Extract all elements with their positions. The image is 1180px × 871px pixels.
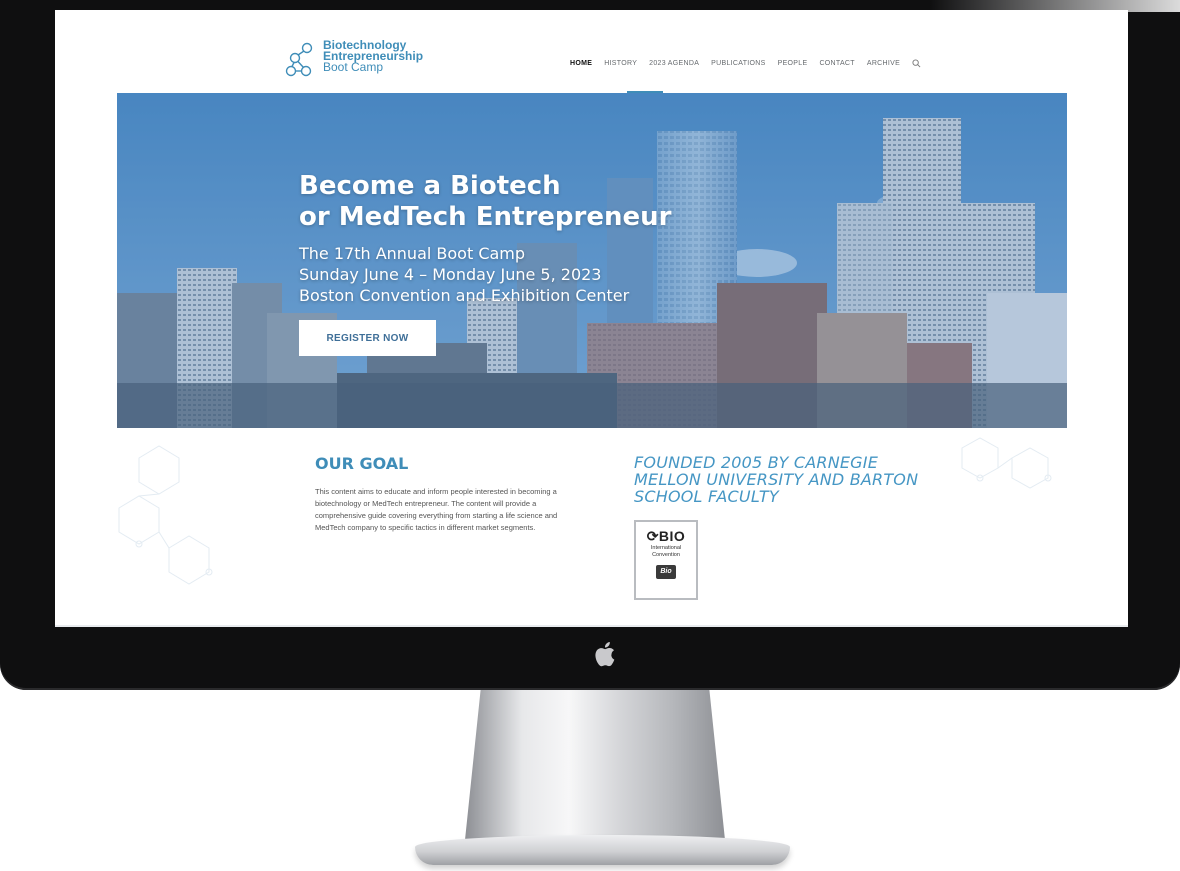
logo-line-3: Boot Camp [323, 60, 384, 74]
monitor-screen: Biotechnology Entrepreneurship Boot Camp… [55, 10, 1128, 627]
monitor-stand-neck [465, 690, 725, 840]
bio-badge-title: ⟳BIO [636, 528, 696, 545]
goal-paragraph: This content aims to educate and inform … [315, 487, 558, 532]
apple-logo-icon [591, 641, 619, 671]
bio-badge-tag: Bio [656, 565, 676, 579]
monitor-stand-base [415, 835, 790, 865]
nav-history[interactable]: HISTORY [604, 60, 637, 67]
molecule-background-left [118, 445, 213, 585]
nav-agenda[interactable]: 2023 AGENDA [649, 60, 699, 67]
bio-badge-subtitle-2: Convention [652, 552, 680, 558]
nav-contact[interactable]: CONTACT [819, 60, 854, 67]
bio-badge-text: BIO [658, 528, 686, 544]
bio-badge-subtitle-1: International [650, 545, 682, 551]
hero-sub-line-3: Boston Convention and Exhibition Center [299, 286, 630, 305]
bio-circle-icon: ⟳ [646, 528, 659, 544]
goal-heading: OUR GOAL [315, 454, 409, 473]
molecule-background-right [961, 437, 1052, 489]
nav-archive[interactable]: ARCHIVE [867, 60, 900, 67]
bio-convention-badge[interactable]: ⟳BIO International Convention Bio [634, 520, 698, 600]
nav-people[interactable]: PEOPLE [778, 60, 808, 67]
monitor-mockup: Biotechnology Entrepreneurship Boot Camp… [0, 0, 1180, 871]
molecule-logo-icon [285, 42, 313, 77]
hero-title-line-1: Become a Biotech [299, 171, 561, 201]
hero-subtitle: The 17th Annual Boot Camp Sunday June 4 … [299, 243, 629, 306]
site-logo[interactable]: Biotechnology Entrepreneurship Boot Camp [285, 39, 445, 82]
content-section: OUR GOAL This content aims to educate an… [117, 428, 1067, 627]
screen-bottom-edge [55, 625, 1128, 627]
hero-sub-line-1: The 17th Annual Boot Camp [299, 244, 526, 263]
founded-heading: FOUNDED 2005 BY CARNEGIE MELLON UNIVERSI… [634, 453, 919, 506]
nav-home[interactable]: HOME [570, 60, 592, 67]
website: Biotechnology Entrepreneurship Boot Camp… [117, 10, 1067, 627]
logo-text: Biotechnology Entrepreneurship Boot Camp [323, 39, 423, 74]
hero-sub-line-2: Sunday June 4 – Monday June 5, 2023 [299, 265, 602, 284]
register-now-button[interactable]: REGISTER NOW [299, 320, 436, 356]
nav-publications[interactable]: PUBLICATIONS [711, 60, 765, 67]
site-header: Biotechnology Entrepreneurship Boot Camp… [117, 10, 1067, 93]
hero-banner: Become a Biotech or MedTech Entrepreneur… [117, 93, 1067, 428]
main-nav: HOME HISTORY 2023 AGENDA PUBLICATIONS PE… [570, 55, 921, 71]
search-icon[interactable] [912, 58, 921, 68]
hero-title-line-2: or MedTech Entrepreneur [299, 202, 672, 232]
hero-title: Become a Biotech or MedTech Entrepreneur [299, 171, 671, 233]
